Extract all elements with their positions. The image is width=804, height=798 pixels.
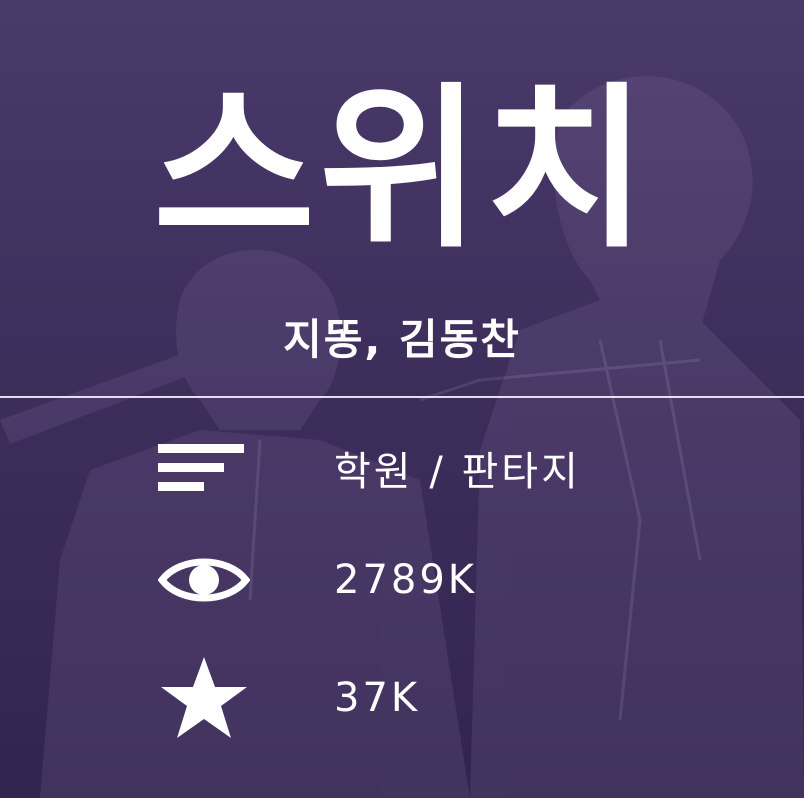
list-icon bbox=[158, 423, 254, 513]
views-text: 2789K bbox=[334, 557, 478, 603]
eye-icon bbox=[158, 535, 254, 625]
views-row: 2789K bbox=[158, 535, 477, 625]
divider bbox=[0, 396, 804, 398]
authors: 지똥, 김동찬 bbox=[283, 315, 521, 364]
genre-text: 학원 / 판타지 bbox=[334, 449, 581, 495]
title: 스위치 bbox=[153, 67, 651, 272]
rating-row: 37K bbox=[158, 653, 420, 743]
star-icon bbox=[158, 653, 254, 743]
rating-text: 37K bbox=[334, 675, 421, 721]
webtoon-card: 스위치 지똥, 김동찬 학원 / 판타지 2789K 37K bbox=[0, 0, 804, 798]
genre-row: 학원 / 판타지 bbox=[158, 423, 581, 513]
